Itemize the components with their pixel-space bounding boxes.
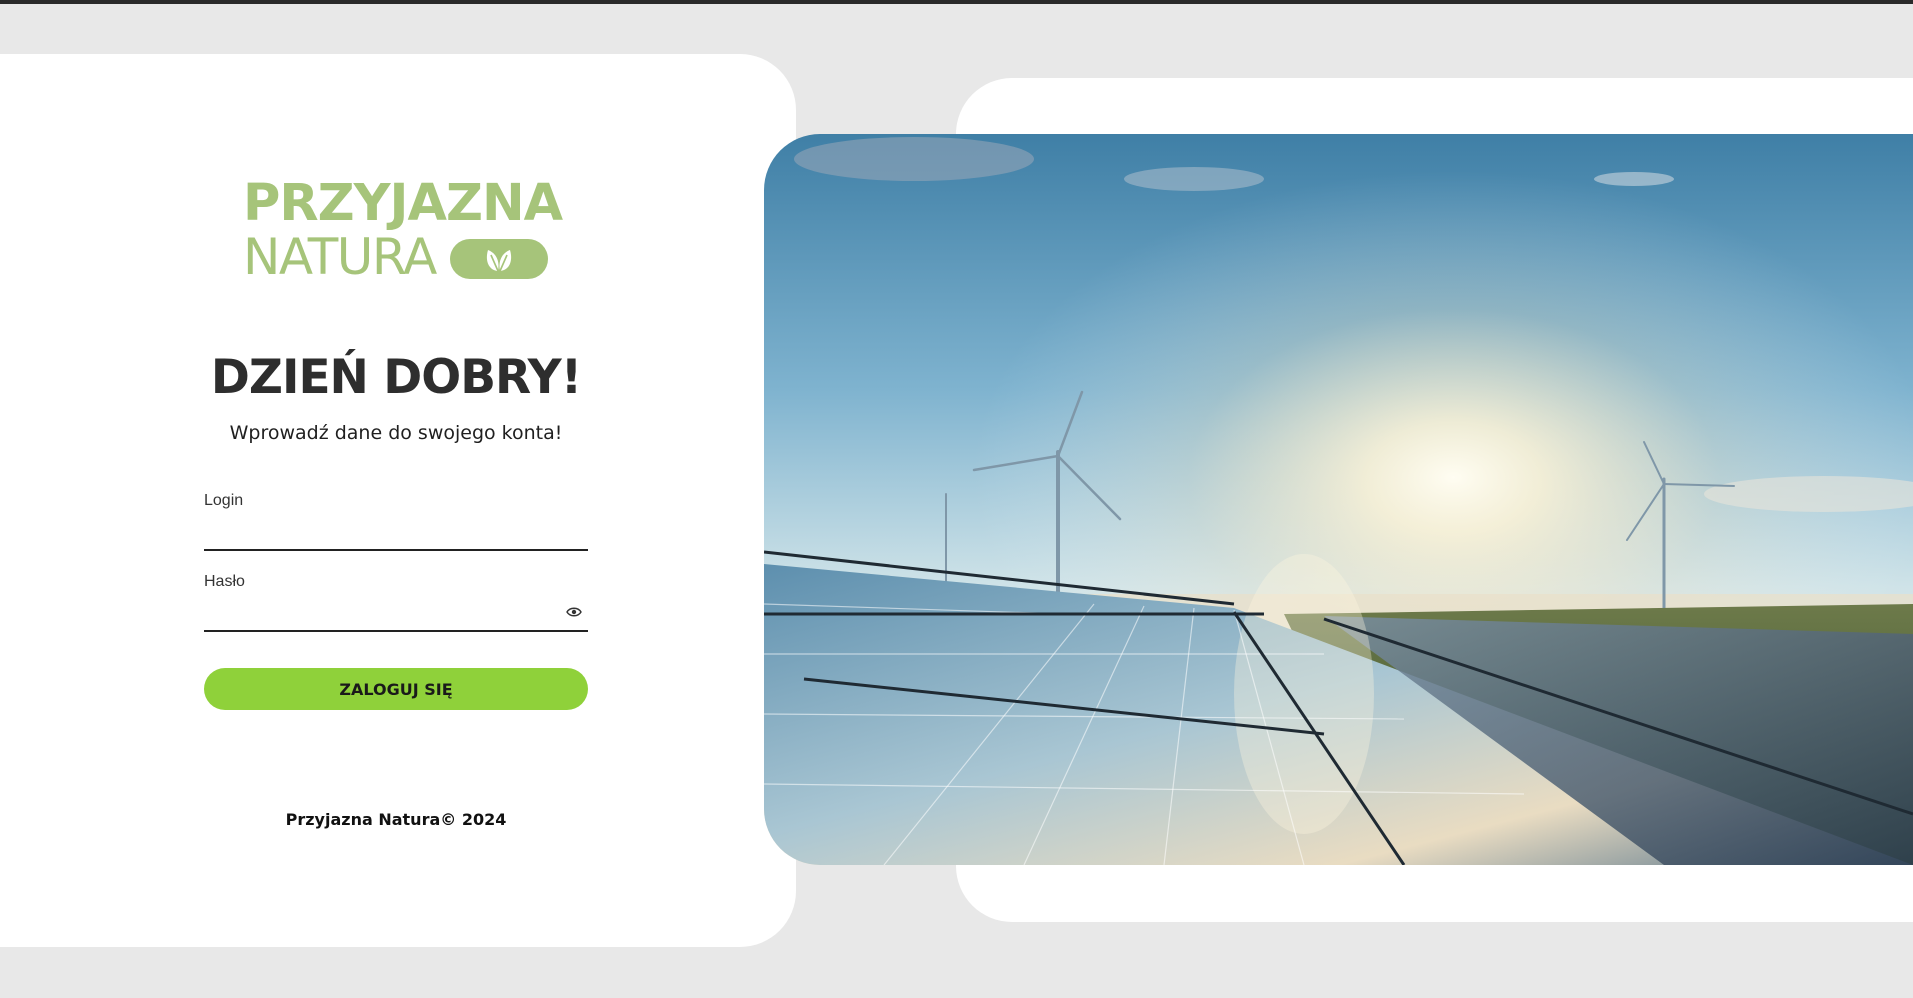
hero-image <box>764 134 1913 865</box>
login-button[interactable]: ZALOGUJ SIĘ <box>204 668 588 710</box>
password-field: Hasło <box>204 573 588 632</box>
footer-copyright: Przyjazna Natura© 2024 <box>285 810 507 829</box>
logo-text-line1: PRZYJAZNA <box>243 174 563 233</box>
login-field: Login <box>204 492 588 551</box>
login-subtitle: Wprowadź dane do swojego konta! <box>229 422 563 444</box>
browser-top-bar <box>0 0 1913 4</box>
eye-icon[interactable] <box>566 606 582 618</box>
logo-text-line2: NATURA <box>243 228 437 286</box>
brand-logo: PRZYJAZNA NATURA <box>243 178 563 286</box>
solar-wind-landscape <box>764 134 1913 865</box>
password-label: Hasło <box>204 573 245 590</box>
login-input[interactable] <box>204 521 588 551</box>
greeting-heading: DZIEŃ DOBRY! <box>210 350 582 405</box>
leaf-icon <box>450 239 548 279</box>
password-input[interactable] <box>204 602 588 632</box>
login-label: Login <box>204 492 244 509</box>
